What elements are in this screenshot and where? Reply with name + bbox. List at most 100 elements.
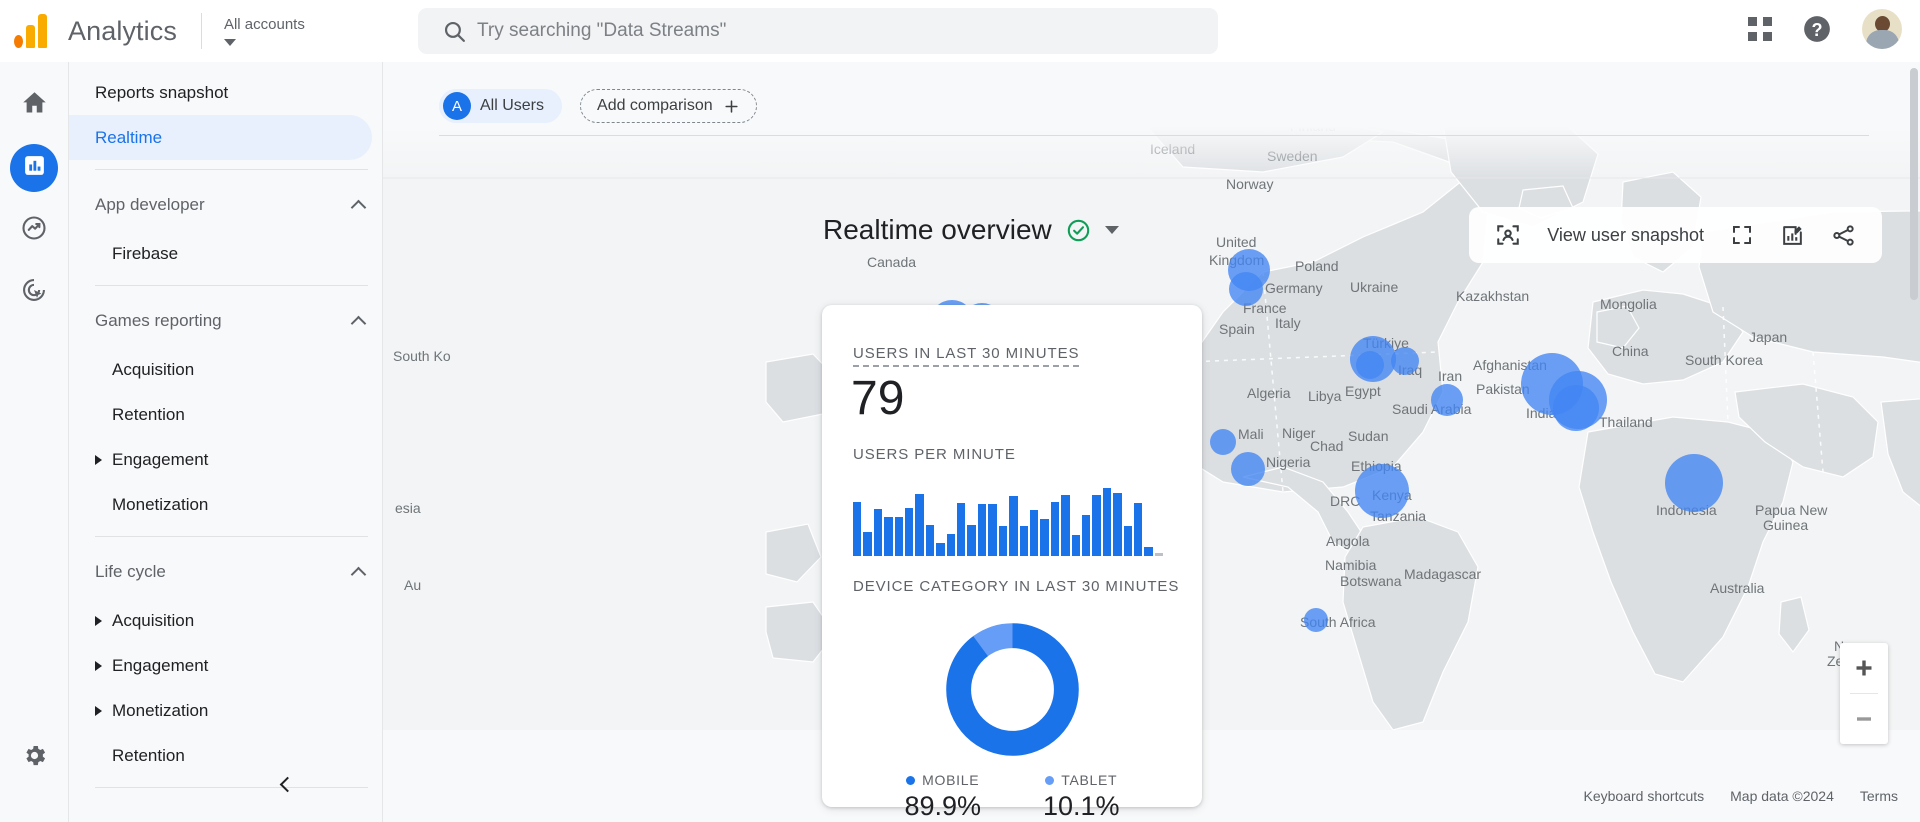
users-per-minute-bar[interactable]: [1102, 487, 1112, 556]
users-per-minute-bar[interactable]: [905, 508, 914, 556]
users-per-minute-bar[interactable]: [957, 502, 966, 556]
sidebar-item-home[interactable]: [10, 82, 58, 130]
legend-item-tablet[interactable]: TABLET 10.1%: [1043, 772, 1120, 822]
users-per-minute-bar[interactable]: [863, 532, 872, 556]
map-bubble[interactable]: [1231, 452, 1265, 486]
users-per-minute-bar[interactable]: [915, 494, 924, 556]
users-per-minute-bar[interactable]: [946, 534, 956, 556]
nav-group-life-cycle[interactable]: Life cycle: [69, 546, 382, 598]
view-user-snapshot-label[interactable]: View user snapshot: [1547, 225, 1704, 246]
users-per-minute-bar[interactable]: [988, 503, 997, 556]
scrollbar-thumb[interactable]: [1910, 68, 1918, 300]
users-per-minute-bar[interactable]: [1081, 514, 1091, 556]
nav-item-realtime[interactable]: Realtime: [69, 115, 372, 160]
sidebar-item-explore[interactable]: [10, 206, 58, 254]
users-per-minute-bar[interactable]: [894, 516, 904, 556]
users-per-minute-bar[interactable]: [925, 524, 935, 556]
map-bubble[interactable]: [1391, 347, 1419, 375]
analytics-logo-icon: [14, 14, 52, 48]
nav-group-app-developer[interactable]: App developer: [69, 179, 382, 231]
users-per-minute-bar[interactable]: [1050, 501, 1060, 556]
share-icon[interactable]: [1831, 223, 1856, 248]
map-zoom-out-button[interactable]: [1840, 694, 1888, 744]
users-per-minute-bar[interactable]: [1040, 519, 1049, 556]
nav-item-label: Monetization: [112, 700, 209, 720]
nav-item-games-retention[interactable]: Retention: [69, 392, 382, 437]
nav-item-games-engagement[interactable]: Engagement: [69, 437, 382, 482]
segment-chip-all-users[interactable]: A All Users: [439, 89, 563, 123]
nav-item-lifecycle-acquisition[interactable]: Acquisition: [69, 598, 382, 643]
check-circle-icon[interactable]: [1066, 218, 1091, 243]
users-per-minute-chart[interactable]: [853, 480, 1164, 556]
users-per-minute-bar[interactable]: [1009, 496, 1018, 556]
search-bar[interactable]: [418, 8, 1218, 54]
map-bubble[interactable]: [1356, 351, 1384, 379]
nav-item-label: Monetization: [112, 494, 209, 514]
map-bubble[interactable]: [1229, 272, 1263, 306]
users-per-minute-bar[interactable]: [853, 501, 862, 556]
user-snapshot-icon[interactable]: [1495, 222, 1521, 248]
nav-item-firebase[interactable]: Firebase: [69, 231, 382, 276]
nav-item-lifecycle-engagement[interactable]: Engagement: [69, 643, 382, 688]
search-input[interactable]: [477, 20, 1167, 42]
map-bubble[interactable]: [1431, 384, 1463, 416]
segment-chip-label: All Users: [480, 97, 545, 114]
users-per-minute-bar[interactable]: [1019, 525, 1028, 556]
legend-item-mobile[interactable]: MOBILE 89.9%: [904, 772, 981, 822]
map-bubble[interactable]: [1355, 464, 1409, 518]
avatar[interactable]: [1862, 9, 1902, 49]
users-last-30-min-value: 79: [851, 372, 905, 425]
help-icon[interactable]: ?: [1802, 14, 1832, 44]
brand-title: Analytics: [68, 15, 177, 46]
users-per-minute-bar[interactable]: [884, 516, 893, 556]
collapse-sidebar-icon[interactable]: [267, 766, 303, 802]
users-per-minute-bar[interactable]: [1123, 525, 1132, 556]
map-bubble[interactable]: [1304, 608, 1328, 632]
map-bubble[interactable]: [1665, 454, 1723, 512]
chevron-down-icon[interactable]: [1104, 226, 1119, 234]
add-comparison-button[interactable]: Add comparison: [580, 89, 757, 123]
users-per-minute-bar[interactable]: [1154, 553, 1164, 556]
users-per-minute-bar[interactable]: [1092, 495, 1101, 556]
nav-group-games-reporting[interactable]: Games reporting: [69, 295, 382, 347]
users-per-minute-bar[interactable]: [1113, 493, 1122, 556]
nav-item-games-monetization[interactable]: Monetization: [69, 482, 382, 527]
map-zoom-in-button[interactable]: [1840, 643, 1888, 693]
nav-item-label: Retention: [112, 745, 185, 765]
nav-item-lifecycle-monetization[interactable]: Monetization: [69, 688, 382, 733]
apps-grid-icon[interactable]: [1748, 17, 1772, 41]
map-bubble[interactable]: [1553, 385, 1599, 431]
users-per-minute-bar[interactable]: [936, 542, 945, 556]
nav-divider: [95, 169, 368, 170]
users-last-30-min-label[interactable]: USERS IN LAST 30 MINUTES: [853, 345, 1080, 367]
fullscreen-icon[interactable]: [1730, 223, 1754, 247]
users-per-minute-bar[interactable]: [998, 525, 1008, 556]
sidebar-item-reports[interactable]: [10, 144, 58, 192]
nav-item-lifecycle-retention[interactable]: Retention: [69, 733, 382, 778]
nav-item-games-acquisition[interactable]: Acquisition: [69, 347, 382, 392]
users-per-minute-bar[interactable]: [1061, 495, 1070, 556]
device-category-donut[interactable]: [822, 617, 1202, 762]
terms-link[interactable]: Terms: [1860, 788, 1898, 804]
realtime-stats-card: USERS IN LAST 30 MINUTES 79 USERS PER MI…: [822, 305, 1202, 821]
page-scrollbar[interactable]: [1908, 62, 1920, 822]
nav-divider: [95, 536, 368, 537]
users-per-minute-bar[interactable]: [967, 524, 976, 556]
sidebar-item-admin[interactable]: [10, 734, 58, 782]
users-per-minute-bar[interactable]: [873, 509, 883, 556]
chevron-up-icon: [350, 315, 367, 331]
navigation-panel: Reports snapshot Realtime App developer …: [69, 62, 383, 822]
sidebar-item-advertising[interactable]: [10, 268, 58, 316]
chevron-up-icon: [350, 566, 367, 582]
users-per-minute-bar[interactable]: [1144, 547, 1153, 556]
keyboard-shortcuts-link[interactable]: Keyboard shortcuts: [1584, 788, 1705, 804]
users-per-minute-bar[interactable]: [1133, 502, 1143, 556]
users-per-minute-bar[interactable]: [1071, 535, 1080, 556]
users-per-minute-bar[interactable]: [1029, 510, 1039, 556]
account-selector[interactable]: All accounts: [223, 17, 305, 46]
nav-item-reports-snapshot[interactable]: Reports snapshot: [69, 70, 372, 115]
users-per-minute-bar[interactable]: [977, 503, 987, 556]
insights-icon[interactable]: [1780, 223, 1805, 248]
legend-dot-mobile: [906, 775, 916, 785]
map-bubble[interactable]: [1210, 429, 1236, 455]
